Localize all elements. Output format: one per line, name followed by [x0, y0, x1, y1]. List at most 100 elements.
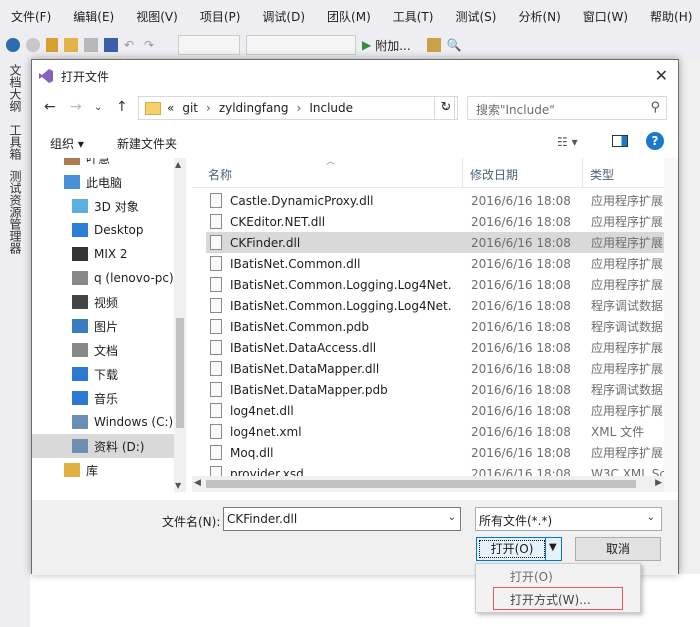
breadcrumb-git[interactable]: git	[182, 101, 198, 115]
file-list-scrollbar[interactable]	[664, 158, 678, 492]
nav-item[interactable]: Desktop	[32, 218, 186, 242]
breadcrumb-include[interactable]: Include	[309, 101, 353, 115]
search-icon[interactable]: ⚲	[650, 100, 660, 115]
horizontal-scrollbar[interactable]: ◀ ▶	[192, 476, 664, 492]
back-icon[interactable]	[6, 38, 20, 52]
refresh-icon[interactable]: ↻	[434, 96, 458, 120]
navigation-scrollbar[interactable]: ▲ ▼	[174, 158, 186, 492]
preview-pane-icon[interactable]	[612, 135, 628, 150]
file-row[interactable]: CKEditor.NET.dll 2016/6/16 18:08 应用程序扩展	[206, 211, 664, 232]
ide-menu-item[interactable]: 视图(V)	[125, 8, 189, 25]
menu-item-open-with[interactable]: 打开方式(W)...	[493, 587, 623, 610]
solution-platform-combo[interactable]	[246, 35, 356, 55]
open-folder-icon[interactable]	[64, 38, 78, 52]
scrollbar-thumb[interactable]	[176, 318, 184, 428]
file-row[interactable]: log4net.xml 2016/6/16 18:08 XML 文件	[206, 421, 664, 442]
new-folder-button[interactable]: 新建文件夹	[117, 135, 177, 152]
breadcrumb-prefix[interactable]: «	[167, 101, 174, 115]
save-all-icon[interactable]	[104, 38, 118, 52]
file-row[interactable]: IBatisNet.Common.Logging.Log4Net. 2016/6/…	[206, 295, 664, 316]
new-project-icon[interactable]	[46, 38, 58, 52]
tab-document-outline[interactable]: 文档大纲	[6, 64, 24, 112]
close-icon[interactable]: ✕	[655, 66, 668, 85]
dropdown-arrow-icon[interactable]: ▼	[549, 542, 557, 553]
open-split-button[interactable]: 打开(O) ▼	[476, 537, 562, 561]
file-icon	[210, 403, 222, 418]
tab-test-explorer[interactable]: 测试资源管理器	[6, 170, 24, 254]
chevron-down-icon[interactable]: ⌄	[448, 512, 456, 523]
ide-menu-item[interactable]: 项目(P)	[189, 8, 252, 25]
scrollbar-thumb[interactable]	[206, 480, 636, 488]
nav-item[interactable]: 音乐	[32, 386, 186, 410]
column-date[interactable]: 修改日期	[470, 166, 518, 183]
file-row[interactable]: Castle.DynamicProxy.dll 2016/6/16 18:08 应用…	[206, 190, 664, 211]
ide-menu-item[interactable]: 团队(M)	[316, 8, 382, 25]
menu-item-open[interactable]: 打开(O)	[510, 568, 553, 585]
address-bar[interactable]: « git › zyldingfang › Include ⌄	[138, 96, 455, 120]
file-date: 2016/6/16 18:08	[471, 382, 571, 397]
file-row[interactable]: CKFinder.dll 2016/6/16 18:08 应用程序扩展	[206, 232, 664, 253]
nav-item-label: 音乐	[94, 391, 119, 406]
filetype-select[interactable]: 所有文件(*.*) ⌄	[475, 507, 662, 531]
nav-item[interactable]: 视频	[32, 290, 186, 314]
file-date: 2016/6/16 18:08	[471, 214, 571, 229]
ide-menu-item[interactable]: 分析(N)	[507, 8, 571, 25]
column-name[interactable]: 名称	[208, 166, 232, 183]
ide-menu-item[interactable]: 测试(S)	[444, 8, 507, 25]
nav-item[interactable]: 此电脑	[32, 170, 186, 194]
nav-item[interactable]: 文档	[32, 338, 186, 362]
nav-item[interactable]: 3D 对象	[32, 194, 186, 218]
undo-icon[interactable]: ↶	[124, 38, 138, 52]
file-icon	[210, 298, 222, 313]
visual-studio-icon	[39, 69, 53, 83]
file-row[interactable]: IBatisNet.DataMapper.pdb 2016/6/16 18:08 程…	[206, 379, 664, 400]
save-icon[interactable]	[84, 38, 98, 52]
back-arrow-icon[interactable]: ←	[44, 99, 56, 115]
forward-arrow-icon[interactable]: →	[70, 99, 82, 115]
filename-input[interactable]: CKFinder.dll ⌄	[223, 507, 461, 531]
column-type[interactable]: 类型	[590, 166, 614, 183]
find-icon[interactable]: 🔍	[447, 38, 462, 52]
attach-button[interactable]: ▶ 附加...	[362, 37, 411, 54]
nav-item[interactable]: q (lenovo-pc)	[32, 266, 186, 290]
ide-menu-item[interactable]: 帮助(H)	[639, 8, 700, 25]
nav-item[interactable]: 叶慧	[32, 158, 186, 170]
chevron-down-icon[interactable]: ⌄	[647, 512, 655, 523]
nav-item[interactable]: 库	[32, 458, 186, 482]
file-row[interactable]: Moq.dll 2016/6/16 18:08 应用程序扩展	[206, 442, 664, 463]
scroll-up-icon[interactable]: ▲	[175, 160, 181, 169]
nav-item[interactable]: Windows (C:)	[32, 410, 186, 434]
recent-dropdown-icon[interactable]: ⌄	[94, 102, 102, 113]
forward-icon[interactable]	[26, 38, 40, 52]
nav-item[interactable]: MIX 2	[32, 242, 186, 266]
solution-config-combo[interactable]	[178, 35, 240, 55]
file-row[interactable]: log4net.dll 2016/6/16 18:08 应用程序扩展	[206, 400, 664, 421]
file-row[interactable]: IBatisNet.Common.pdb 2016/6/16 18:08 程序调试数…	[206, 316, 664, 337]
redo-icon[interactable]: ↷	[144, 38, 158, 52]
file-row[interactable]: IBatisNet.DataAccess.dll 2016/6/16 18:08 应…	[206, 337, 664, 358]
up-arrow-icon[interactable]: ↑	[116, 99, 128, 115]
nav-item[interactable]: 下载	[32, 362, 186, 386]
nav-item[interactable]: 资料 (D:)	[32, 434, 186, 458]
help-icon[interactable]: ?	[646, 132, 664, 150]
open-button[interactable]: 打开(O)	[479, 540, 545, 558]
scroll-right-icon[interactable]: ▶	[655, 478, 662, 488]
search-box[interactable]: 搜索"Include" ⚲	[467, 96, 667, 120]
tab-toolbox[interactable]: 工具箱	[6, 124, 24, 160]
ide-menu-item[interactable]: 文件(F)	[0, 8, 62, 25]
organize-button[interactable]: 组织 ▾	[50, 135, 84, 152]
scroll-down-icon[interactable]: ▼	[175, 481, 181, 490]
file-row[interactable]: IBatisNet.Common.Logging.Log4Net. 2016/6/…	[206, 274, 664, 295]
toolbar-icon[interactable]	[426, 38, 441, 52]
ide-menu-item[interactable]: 调试(D)	[251, 8, 316, 25]
ide-menu-item[interactable]: 窗口(W)	[572, 8, 639, 25]
breadcrumb-zyldingfang[interactable]: zyldingfang	[219, 101, 289, 115]
ide-menu-item[interactable]: 编辑(E)	[62, 8, 125, 25]
ide-menu-item[interactable]: 工具(T)	[382, 8, 445, 25]
file-row[interactable]: IBatisNet.DataMapper.dll 2016/6/16 18:08 应…	[206, 358, 664, 379]
view-options-icon[interactable]: ☷ ▾	[557, 135, 578, 149]
nav-item[interactable]: 图片	[32, 314, 186, 338]
scroll-left-icon[interactable]: ◀	[194, 478, 201, 488]
file-row[interactable]: IBatisNet.Common.dll 2016/6/16 18:08 应用程序扩…	[206, 253, 664, 274]
cancel-button[interactable]: 取消	[575, 537, 661, 561]
